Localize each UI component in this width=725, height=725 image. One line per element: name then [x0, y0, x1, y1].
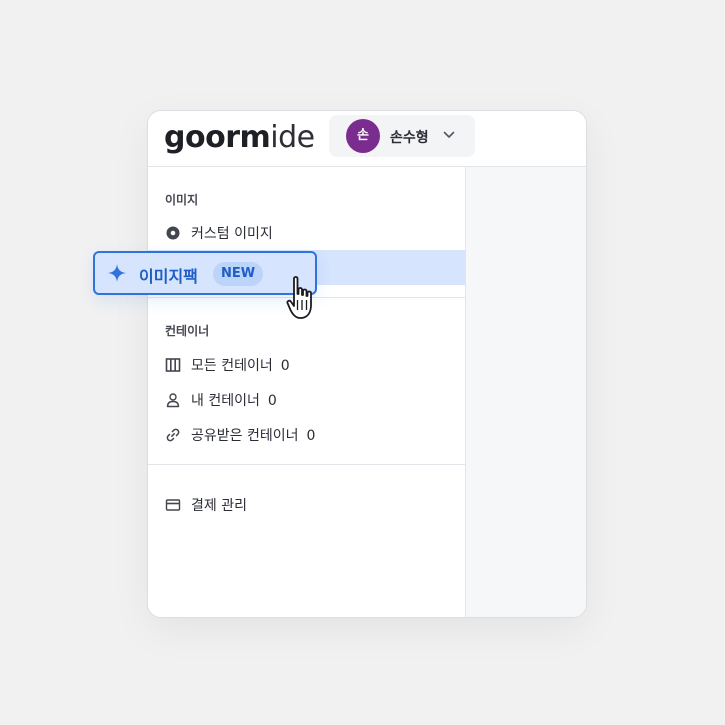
divider — [148, 464, 465, 465]
user-menu-button[interactable]: 손 손수형 — [329, 115, 475, 157]
disc-icon — [166, 226, 180, 240]
top-header: goormide 손 손수형 — [148, 111, 586, 167]
sidebar-item-label: 모든 컨테이너 — [191, 358, 273, 374]
sidebar-item-billing[interactable]: 결제 관리 — [148, 487, 465, 522]
card-icon — [165, 499, 181, 511]
sidebar-item-label: 결제 관리 — [191, 498, 247, 514]
link-icon — [166, 428, 180, 442]
sidebar-item-shared-containers[interactable]: 공유받은 컨테이너 0 — [148, 417, 465, 452]
chevron-down-icon — [443, 131, 455, 138]
sidebar-item-label: 공유받은 컨테이너 — [191, 428, 299, 444]
sidebar-item-custom-image[interactable]: 커스텀 이미지 — [148, 215, 465, 250]
logo-text-bold: goorm — [164, 120, 271, 155]
sparkle-icon — [108, 264, 126, 282]
section-title-containers: 컨테이너 — [165, 324, 210, 338]
section-title-images: 이미지 — [165, 193, 199, 207]
user-icon — [166, 393, 180, 408]
container-count: 0 — [267, 393, 277, 409]
sidebar-item-all-containers[interactable]: 모든 컨테이너 0 — [148, 347, 465, 382]
hand-pointer-icon — [286, 276, 312, 319]
sidebar-item-my-containers[interactable]: 내 컨테이너 0 — [148, 382, 465, 417]
container-count: 0 — [280, 358, 290, 374]
user-name: 손수형 — [390, 130, 429, 146]
columns-icon — [165, 358, 181, 372]
sidebar: 이미지 커스텀 이미지 컨테이너 모든 컨테이너 0 내 컨테이너 0 공유받은… — [148, 167, 466, 617]
image-pack-highlight-button[interactable]: 이미지팩 NEW — [93, 251, 317, 295]
container-count: 0 — [306, 428, 316, 444]
image-pack-label: 이미지팩 — [139, 267, 198, 286]
sidebar-item-label: 내 컨테이너 — [191, 393, 260, 409]
avatar: 손 — [346, 119, 380, 153]
main-content — [466, 167, 586, 617]
logo-text-light: ide — [270, 120, 315, 155]
sidebar-item-label: 커스텀 이미지 — [191, 226, 273, 242]
app-window: goormide 손 손수형 이미지 커스텀 이미지 컨테이너 모든 컨테이너 … — [147, 110, 587, 618]
goormide-logo[interactable]: goormide — [164, 115, 315, 161]
new-badge: NEW — [213, 262, 264, 286]
